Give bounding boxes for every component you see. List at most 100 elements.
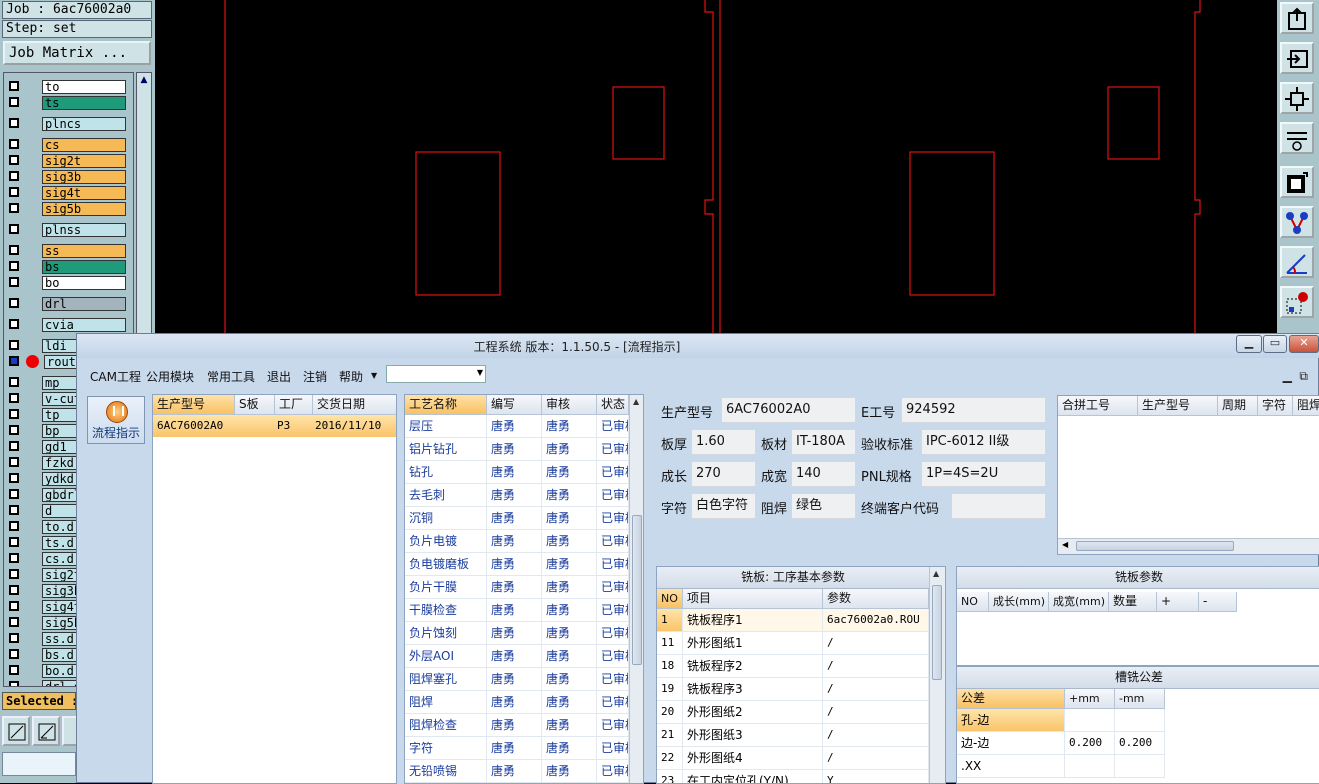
table-row[interactable]: 孔-边 bbox=[957, 709, 1319, 732]
measure-button[interactable] bbox=[32, 716, 60, 746]
layer-row[interactable]: sig4t bbox=[6, 186, 132, 200]
width-field[interactable]: 140 bbox=[791, 461, 856, 487]
home-button[interactable] bbox=[1280, 2, 1314, 34]
table-row[interactable]: 负片电镀唐勇唐勇已审核 bbox=[405, 530, 629, 553]
slot-tolerance-grid[interactable]: 槽铣公差 公差 +mm -mm 孔-边 边-边 0.200 0.200 .XX bbox=[956, 666, 1319, 784]
header-merge-mask[interactable]: 阻焊 bbox=[1293, 396, 1319, 416]
layer-checkbox[interactable] bbox=[9, 409, 19, 419]
table-row[interactable]: 负片蚀刻唐勇唐勇已审核 bbox=[405, 622, 629, 645]
layer-row[interactable]: ts bbox=[6, 96, 132, 110]
layer-row[interactable]: plncs bbox=[6, 117, 132, 131]
table-row[interactable]: 21 外形图纸3/ bbox=[657, 724, 929, 747]
layer-checkbox[interactable] bbox=[9, 377, 19, 387]
layer-row[interactable]: cvia bbox=[6, 318, 132, 332]
net-button[interactable] bbox=[1280, 206, 1314, 238]
table-row[interactable]: 外层AOI唐勇唐勇已审核 bbox=[405, 645, 629, 668]
layer-checkbox[interactable] bbox=[9, 139, 19, 149]
maximize-button[interactable]: ▭ bbox=[1263, 335, 1287, 353]
customer-field[interactable] bbox=[951, 493, 1046, 519]
char-field[interactable]: 白色字符 bbox=[691, 493, 756, 519]
layer-checkbox[interactable] bbox=[9, 171, 19, 181]
graphics-canvas[interactable] bbox=[155, 0, 1277, 333]
scroll-left-icon[interactable]: ◀ bbox=[1062, 540, 1068, 549]
header-factory[interactable]: 工厂 bbox=[275, 395, 313, 415]
header-length[interactable]: 成长(mm) bbox=[989, 592, 1049, 612]
table-row[interactable]: 无铅喷锡唐勇唐勇已审核 bbox=[405, 760, 629, 783]
merge-grid[interactable]: 合拼工号 生产型号 周期 字符 阻焊 ◀ bbox=[1057, 395, 1319, 555]
layer-checkbox[interactable] bbox=[9, 425, 19, 435]
header-merge-no[interactable]: 合拼工号 bbox=[1058, 396, 1138, 416]
tolerance-cell[interactable] bbox=[1115, 709, 1165, 732]
layer-row[interactable]: cs bbox=[6, 138, 132, 152]
table-row[interactable]: 阻焊塞孔唐勇唐勇已审核 bbox=[405, 668, 629, 691]
layer-checkbox[interactable] bbox=[9, 553, 19, 563]
layer-checkbox[interactable] bbox=[9, 340, 19, 350]
layer-checkbox[interactable] bbox=[9, 81, 19, 91]
scroll-thumb[interactable] bbox=[932, 585, 942, 680]
standard-field[interactable]: IPC-6012 II级 bbox=[921, 429, 1046, 455]
layer-name[interactable]: sig2t bbox=[42, 154, 126, 168]
mdi-controls[interactable]: ▁ ⧉ bbox=[1283, 369, 1308, 384]
layer-name[interactable]: cvia bbox=[42, 318, 126, 332]
chevron-down-icon[interactable]: ▼ bbox=[371, 371, 377, 380]
minimize-button[interactable]: ▁ bbox=[1236, 335, 1262, 353]
layer-checkbox[interactable] bbox=[9, 224, 19, 234]
layer-name[interactable]: sig3b bbox=[42, 170, 126, 184]
header-merge-prod[interactable]: 生产型号 bbox=[1138, 396, 1218, 416]
order-grid[interactable]: 生产型号 S板 工厂 交货日期 6AC76002A0 P3 2016/11/10 bbox=[152, 394, 397, 784]
add-row-button[interactable]: + bbox=[1157, 592, 1199, 612]
layer-row[interactable]: sig3b bbox=[6, 170, 132, 184]
tolerance-cell[interactable]: 0.200 bbox=[1115, 732, 1165, 755]
layer-checkbox[interactable] bbox=[9, 649, 19, 659]
layer-name[interactable]: cs bbox=[42, 138, 126, 152]
table-row[interactable]: 负片干膜唐勇唐勇已审核 bbox=[405, 576, 629, 599]
thickness-field[interactable]: 1.60 bbox=[691, 429, 756, 455]
layer-row[interactable]: bs bbox=[6, 260, 132, 274]
tolerance-cell[interactable]: 0.200 bbox=[1065, 732, 1115, 755]
remove-row-button[interactable]: - bbox=[1199, 592, 1237, 612]
milling-scrollbar[interactable]: ▲ bbox=[929, 567, 945, 783]
layer-checkbox[interactable] bbox=[9, 585, 19, 595]
layer-checkbox[interactable] bbox=[9, 118, 19, 128]
menu-help[interactable]: 帮助 bbox=[339, 368, 363, 385]
layer-checkbox[interactable] bbox=[9, 569, 19, 579]
layer-checkbox[interactable] bbox=[9, 521, 19, 531]
header-writer[interactable]: 编写 bbox=[487, 395, 542, 415]
layer-checkbox[interactable] bbox=[9, 457, 19, 467]
layer-name[interactable]: ts bbox=[42, 96, 126, 110]
scroll-up-icon[interactable]: ▲ bbox=[933, 569, 939, 578]
table-row[interactable]: 去毛刺唐勇唐勇已审核 bbox=[405, 484, 629, 507]
header-s-board[interactable]: S板 bbox=[235, 395, 275, 415]
scroll-thumb[interactable] bbox=[1076, 541, 1234, 551]
layer-row[interactable]: to bbox=[6, 80, 132, 94]
close-button[interactable]: ✕ bbox=[1289, 335, 1319, 353]
pnl-field[interactable]: 1P=4S=2U bbox=[921, 461, 1046, 487]
scroll-up-icon[interactable]: ▲ bbox=[138, 74, 150, 86]
layer-checkbox[interactable] bbox=[9, 393, 19, 403]
layer-checkbox[interactable] bbox=[9, 187, 19, 197]
table-row[interactable]: 阻焊检查唐勇唐勇已审核 bbox=[405, 714, 629, 737]
header-reviewer[interactable]: 审核 bbox=[542, 395, 597, 415]
dropdown-arrow-icon[interactable]: ▼ bbox=[477, 368, 483, 377]
table-row[interactable]: 19 铣板程序3/ bbox=[657, 678, 929, 701]
layer-checkbox[interactable] bbox=[9, 681, 19, 686]
header-no[interactable]: NO bbox=[957, 592, 989, 612]
layer-row[interactable]: sig2t bbox=[6, 154, 132, 168]
layer-name[interactable]: drl bbox=[42, 297, 126, 311]
layer-row[interactable]: ss bbox=[6, 244, 132, 258]
layer-name[interactable]: sig5b bbox=[42, 202, 126, 216]
tolerance-cell[interactable] bbox=[1065, 755, 1115, 778]
header-prod-no[interactable]: 生产型号 bbox=[153, 395, 235, 415]
tolerance-cell[interactable] bbox=[1065, 709, 1115, 732]
table-row[interactable]: 负电镀磨板唐勇唐勇已审核 bbox=[405, 553, 629, 576]
layer-name[interactable]: bo bbox=[42, 276, 126, 290]
table-row[interactable]: 22 外形图纸4/ bbox=[657, 747, 929, 770]
e-no-field[interactable]: 924592 bbox=[901, 397, 1046, 423]
layer-checkbox[interactable] bbox=[9, 298, 19, 308]
table-row[interactable]: 20 外形图纸2/ bbox=[657, 701, 929, 724]
menu-cam-project[interactable]: CAM工程 bbox=[90, 368, 141, 385]
layer-checkbox[interactable] bbox=[9, 277, 19, 287]
scroll-up-icon[interactable]: ▲ bbox=[633, 397, 639, 406]
table-row[interactable]: 阻焊唐勇唐勇已审核 bbox=[405, 691, 629, 714]
layer-row[interactable]: drl bbox=[6, 297, 132, 311]
